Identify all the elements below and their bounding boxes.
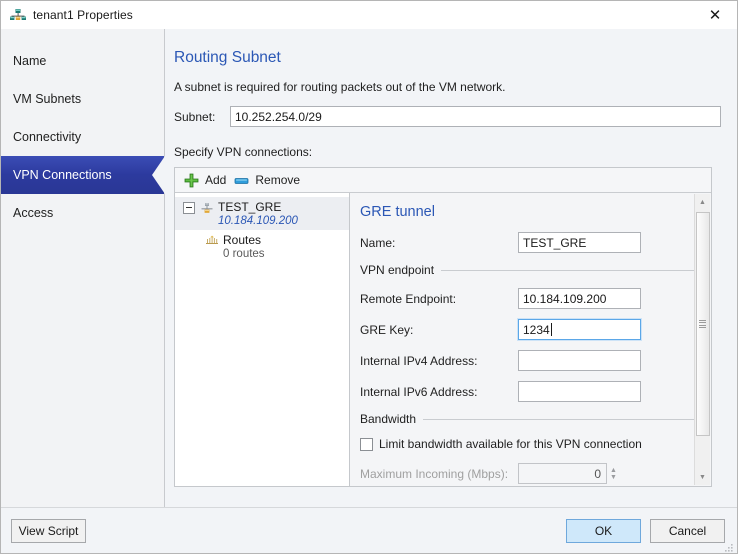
main-content: Routing Subnet A subnet is required for … bbox=[166, 29, 737, 507]
tree-child-name: Routes bbox=[223, 233, 262, 247]
specify-vpn-label: Specify VPN connections: bbox=[174, 145, 313, 159]
max-incoming-stepper[interactable]: 0 ▲ ▼ bbox=[518, 463, 617, 484]
tree-item-test-gre[interactable]: TEST_GRE 10.184.109.200 bbox=[175, 197, 349, 230]
subnet-row: Subnet: 10.252.254.0/29 bbox=[174, 106, 721, 127]
panel-split: TEST_GRE 10.184.109.200 Routes 0 routes … bbox=[175, 193, 711, 486]
tree-child-texts: Routes 0 routes bbox=[223, 233, 265, 260]
internal-ipv6-row: Internal IPv6 Address: bbox=[360, 381, 711, 402]
gre-key-label: GRE Key: bbox=[360, 322, 414, 337]
gre-key-input[interactable]: 1234 bbox=[517, 318, 642, 341]
internal-ipv4-row: Internal IPv4 Address: bbox=[360, 350, 711, 371]
subnet-input[interactable]: 10.252.254.0/29 bbox=[230, 106, 721, 127]
remove-button[interactable]: Remove bbox=[232, 169, 306, 191]
ok-button[interactable]: OK bbox=[566, 518, 641, 543]
sidebar-item-label: Name bbox=[13, 54, 47, 68]
text-caret bbox=[550, 323, 552, 336]
group-divider bbox=[441, 269, 695, 271]
resize-grip-icon[interactable] bbox=[723, 540, 734, 552]
view-script-button[interactable]: View Script bbox=[11, 518, 86, 543]
tree-item-address: 10.184.109.200 bbox=[218, 215, 298, 227]
vpn-connections-panel: Add Remove TEST_GRE 10.184.109.200 Route… bbox=[174, 167, 712, 487]
scrollbar-track[interactable] bbox=[695, 210, 711, 469]
limit-bandwidth-row[interactable]: Limit bandwidth available for this VPN c… bbox=[360, 437, 711, 451]
tree-item-routes[interactable]: Routes 0 routes bbox=[175, 230, 349, 263]
sidebar-item-label: VPN Connections bbox=[13, 168, 112, 182]
sidebar-item-vpn-connections[interactable]: VPN Connections bbox=[1, 156, 165, 194]
stepper-buttons[interactable]: ▲ ▼ bbox=[610, 467, 617, 481]
gre-key-value: 1234 bbox=[523, 322, 550, 337]
sidebar-item-access[interactable]: Access bbox=[1, 194, 164, 232]
name-input[interactable]: TEST_GRE bbox=[518, 232, 641, 253]
properties-dialog: tenant1 Properties ✕ Name VM Subnets Con… bbox=[0, 0, 738, 554]
stepper-up-icon[interactable]: ▲ bbox=[610, 467, 617, 474]
subnet-label: Subnet: bbox=[174, 109, 216, 124]
sidebar-item-label: Connectivity bbox=[13, 130, 82, 144]
remote-endpoint-row: Remote Endpoint: 10.184.109.200 bbox=[360, 288, 711, 309]
name-label: Name: bbox=[360, 235, 396, 250]
sidebar-item-label: VM Subnets bbox=[13, 92, 82, 106]
sidebar-item-label: Access bbox=[13, 206, 54, 220]
max-incoming-row: Maximum Incoming (Mbps): 0 ▲ ▼ bbox=[360, 463, 711, 484]
details-title: GRE tunnel bbox=[360, 204, 435, 220]
bandwidth-group-label: Bandwidth bbox=[360, 412, 417, 426]
sidebar-item-name[interactable]: Name bbox=[1, 42, 164, 80]
max-incoming-label: Maximum Incoming (Mbps): bbox=[360, 466, 509, 481]
vpn-endpoint-group-label: VPN endpoint bbox=[360, 263, 435, 277]
routes-icon bbox=[205, 234, 219, 248]
network-tenant-icon bbox=[9, 6, 27, 24]
scroll-up-icon[interactable]: ▲ bbox=[695, 194, 711, 210]
add-button-label: Add bbox=[205, 173, 227, 187]
cancel-button[interactable]: Cancel bbox=[650, 518, 725, 543]
window-title: tenant1 Properties bbox=[33, 8, 133, 22]
remote-endpoint-label: Remote Endpoint: bbox=[360, 291, 457, 306]
gre-key-row: GRE Key: 1234 bbox=[360, 318, 711, 341]
connection-details: GRE tunnel Name: TEST_GRE VPN endpoint R… bbox=[350, 193, 711, 486]
limit-bandwidth-checkbox[interactable] bbox=[360, 437, 373, 451]
collapse-box-icon[interactable] bbox=[183, 202, 195, 214]
close-icon[interactable]: ✕ bbox=[693, 1, 737, 29]
tree-child-count: 0 routes bbox=[223, 248, 265, 260]
selection-chevron-icon bbox=[152, 156, 165, 194]
tree-item-name: TEST_GRE bbox=[218, 200, 282, 214]
minus-icon bbox=[234, 173, 249, 188]
dialog-footer: View Script OK Cancel bbox=[1, 507, 737, 553]
scrollbar-grip-icon bbox=[699, 318, 706, 330]
remote-endpoint-input[interactable]: 10.184.109.200 bbox=[518, 288, 641, 309]
page-title: Routing Subnet bbox=[174, 49, 281, 66]
internal-ipv4-label: Internal IPv4 Address: bbox=[360, 353, 478, 368]
add-button[interactable]: Add bbox=[182, 169, 232, 191]
sidebar: Name VM Subnets Connectivity VPN Connect… bbox=[1, 29, 165, 507]
group-divider bbox=[423, 418, 695, 420]
bandwidth-group: Bandwidth bbox=[360, 412, 711, 426]
scroll-down-icon[interactable]: ▼ bbox=[695, 469, 711, 485]
sidebar-item-vm-subnets[interactable]: VM Subnets bbox=[1, 80, 164, 118]
scrollbar-thumb[interactable] bbox=[695, 212, 710, 436]
sidebar-item-connectivity[interactable]: Connectivity bbox=[1, 118, 164, 156]
dialog-body: Name VM Subnets Connectivity VPN Connect… bbox=[1, 29, 737, 507]
stepper-down-icon[interactable]: ▼ bbox=[610, 474, 617, 481]
internal-ipv6-input[interactable] bbox=[518, 381, 641, 402]
name-row: Name: TEST_GRE bbox=[360, 232, 711, 253]
panel-toolbar: Add Remove bbox=[175, 168, 711, 193]
vpn-connections-tree[interactable]: TEST_GRE 10.184.109.200 Routes 0 routes bbox=[175, 193, 350, 486]
details-scrollbar[interactable]: ▲ ▼ bbox=[694, 194, 710, 485]
tree-item-texts: TEST_GRE 10.184.109.200 bbox=[218, 200, 298, 227]
vpn-endpoint-group: VPN endpoint bbox=[360, 263, 711, 277]
limit-bandwidth-label: Limit bandwidth available for this VPN c… bbox=[379, 437, 642, 451]
remove-button-label: Remove bbox=[255, 173, 301, 187]
internal-ipv6-label: Internal IPv6 Address: bbox=[360, 384, 478, 399]
internal-ipv4-input[interactable] bbox=[518, 350, 641, 371]
plus-icon bbox=[184, 173, 199, 188]
max-incoming-input[interactable]: 0 bbox=[518, 463, 607, 484]
title-bar: tenant1 Properties ✕ bbox=[1, 1, 737, 29]
page-description: A subnet is required for routing packets… bbox=[174, 80, 506, 94]
vpn-connection-icon bbox=[200, 201, 214, 215]
